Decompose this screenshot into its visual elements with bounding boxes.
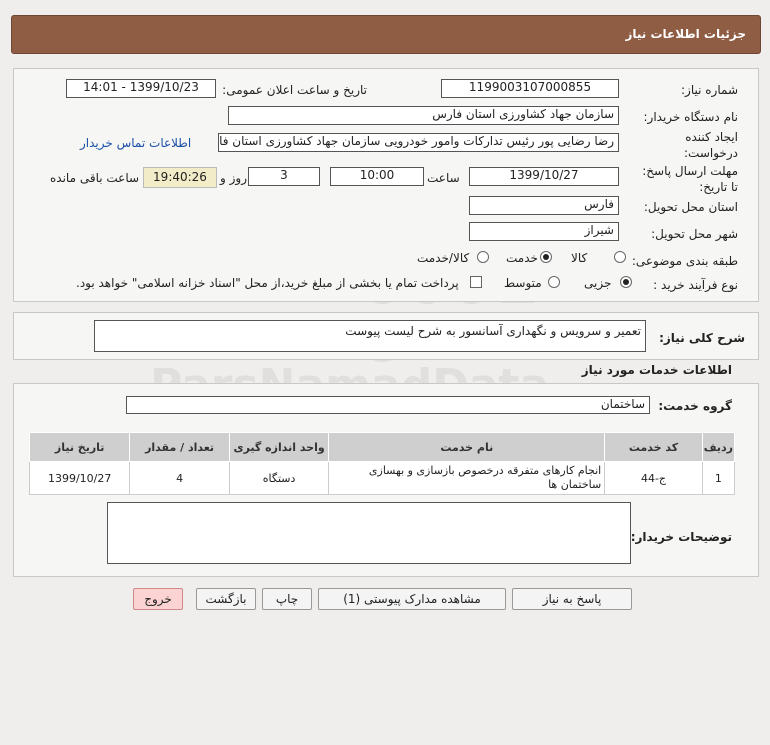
service-group-label: گروه خدمت: [658,399,732,413]
province-label: استان محل تحویل: [643,200,738,214]
announce-label: تاریخ و ساعت اعلان عمومی: [222,83,367,97]
services-section-title: اطلاعات خدمات مورد نیاز [581,363,732,377]
cell-unit: دستگاه [228,461,330,495]
summary-label: شرح کلی نیاز: [659,331,745,345]
creator-label-line1: ایجاد کننده [685,130,738,144]
cell-need-date: 1399/10/27 [28,461,131,495]
page-title: جزئیات اطلاعات نیاز [625,27,746,41]
cell-row: 1 [701,461,736,495]
days-label: روز و [220,171,247,185]
purchase-radio-medium[interactable] [548,276,560,288]
deadline-time-field: 10:00 [330,167,424,186]
announce-date-field: 1399/10/23 - 14:01 [66,79,216,98]
services-table: ردیف کد خدمت نام خدمت واحد اندازه گیری ت… [28,432,736,495]
exit-button[interactable]: خروج [133,588,183,610]
print-button[interactable]: چاپ [262,588,312,610]
category-radio-service[interactable] [540,251,552,263]
col-unit: واحد اندازه گیری [228,432,330,462]
creator-field: رضا رضایی پور رئیس تدارکات وامور خودرویی… [218,133,619,152]
province-field: فارس [469,196,619,215]
col-service-code: کد خدمت [604,432,703,462]
cell-service-code: ج-44 [604,461,703,495]
buyer-notes-label: توضیحات خریدار: [630,530,732,544]
page-header: جزئیات اطلاعات نیاز [11,15,761,54]
city-field: شیراز [469,222,619,241]
category-option-service: خدمت [506,251,538,265]
buyer-org-label: نام دستگاه خریدار: [643,110,739,124]
col-quantity: تعداد / مقدار [129,432,230,462]
need-number-field: 1199003107000855 [441,79,619,98]
remaining-time-label: ساعت باقی مانده [50,171,140,185]
remaining-time-field: 19:40:26 [143,167,217,188]
purchase-radio-minor[interactable] [620,276,632,288]
deadline-label-line1: مهلت ارسال پاسخ: [642,164,738,178]
buyer-notes-field [107,502,631,564]
treasury-payment-checkbox[interactable] [470,276,482,288]
reply-button[interactable]: پاسخ به نیاز [512,588,632,610]
city-label: شهر محل تحویل: [651,227,738,241]
summary-field: تعمیر و سرویس و نگهداری آسانسور به شرح ل… [94,320,646,352]
purchase-option-minor: جزیی [584,276,612,290]
treasury-payment-note: پرداخت تمام یا بخشی از مبلغ خرید،از محل … [76,276,459,290]
col-row: ردیف [701,432,736,462]
category-radio-goods-service[interactable] [477,251,489,263]
table-row: 1 ج-44 انجام کارهای متفرقه درخصوص بازساز… [28,461,736,495]
buyer-contact-link[interactable]: اطلاعات تماس خریدار [80,136,191,150]
deadline-time-label: ساعت [427,171,460,185]
col-service-name: نام خدمت [328,432,606,462]
category-label: طبقه بندی موضوعی: [631,254,738,268]
creator-label-line2: درخواست: [684,146,738,160]
category-option-goods-service: کالا/خدمت [417,251,470,265]
view-attachments-button[interactable]: مشاهده مدارک پیوستی (1) [318,588,506,610]
deadline-date-field: 1399/10/27 [469,167,619,186]
remaining-days-field: 3 [248,167,320,186]
col-need-date: تاریخ نیاز [28,432,131,462]
cell-quantity: 4 [129,461,230,495]
category-radio-goods[interactable] [614,251,626,263]
cell-service-name: انجام کارهای متفرقه درخصوص بازسازی و بهس… [328,461,606,495]
service-group-field: ساختمان [126,396,650,414]
purchase-option-medium: متوسط [504,276,542,290]
buyer-org-field: سازمان جهاد کشاورزی استان فارس [228,106,619,125]
need-number-label: شماره نیاز: [681,83,738,97]
deadline-label-line2: تا تاریخ: [699,180,738,194]
category-option-goods: کالا [571,251,588,265]
back-button[interactable]: بازگشت [196,588,256,610]
purchase-type-label: نوع فرآیند خرید : [653,278,738,292]
